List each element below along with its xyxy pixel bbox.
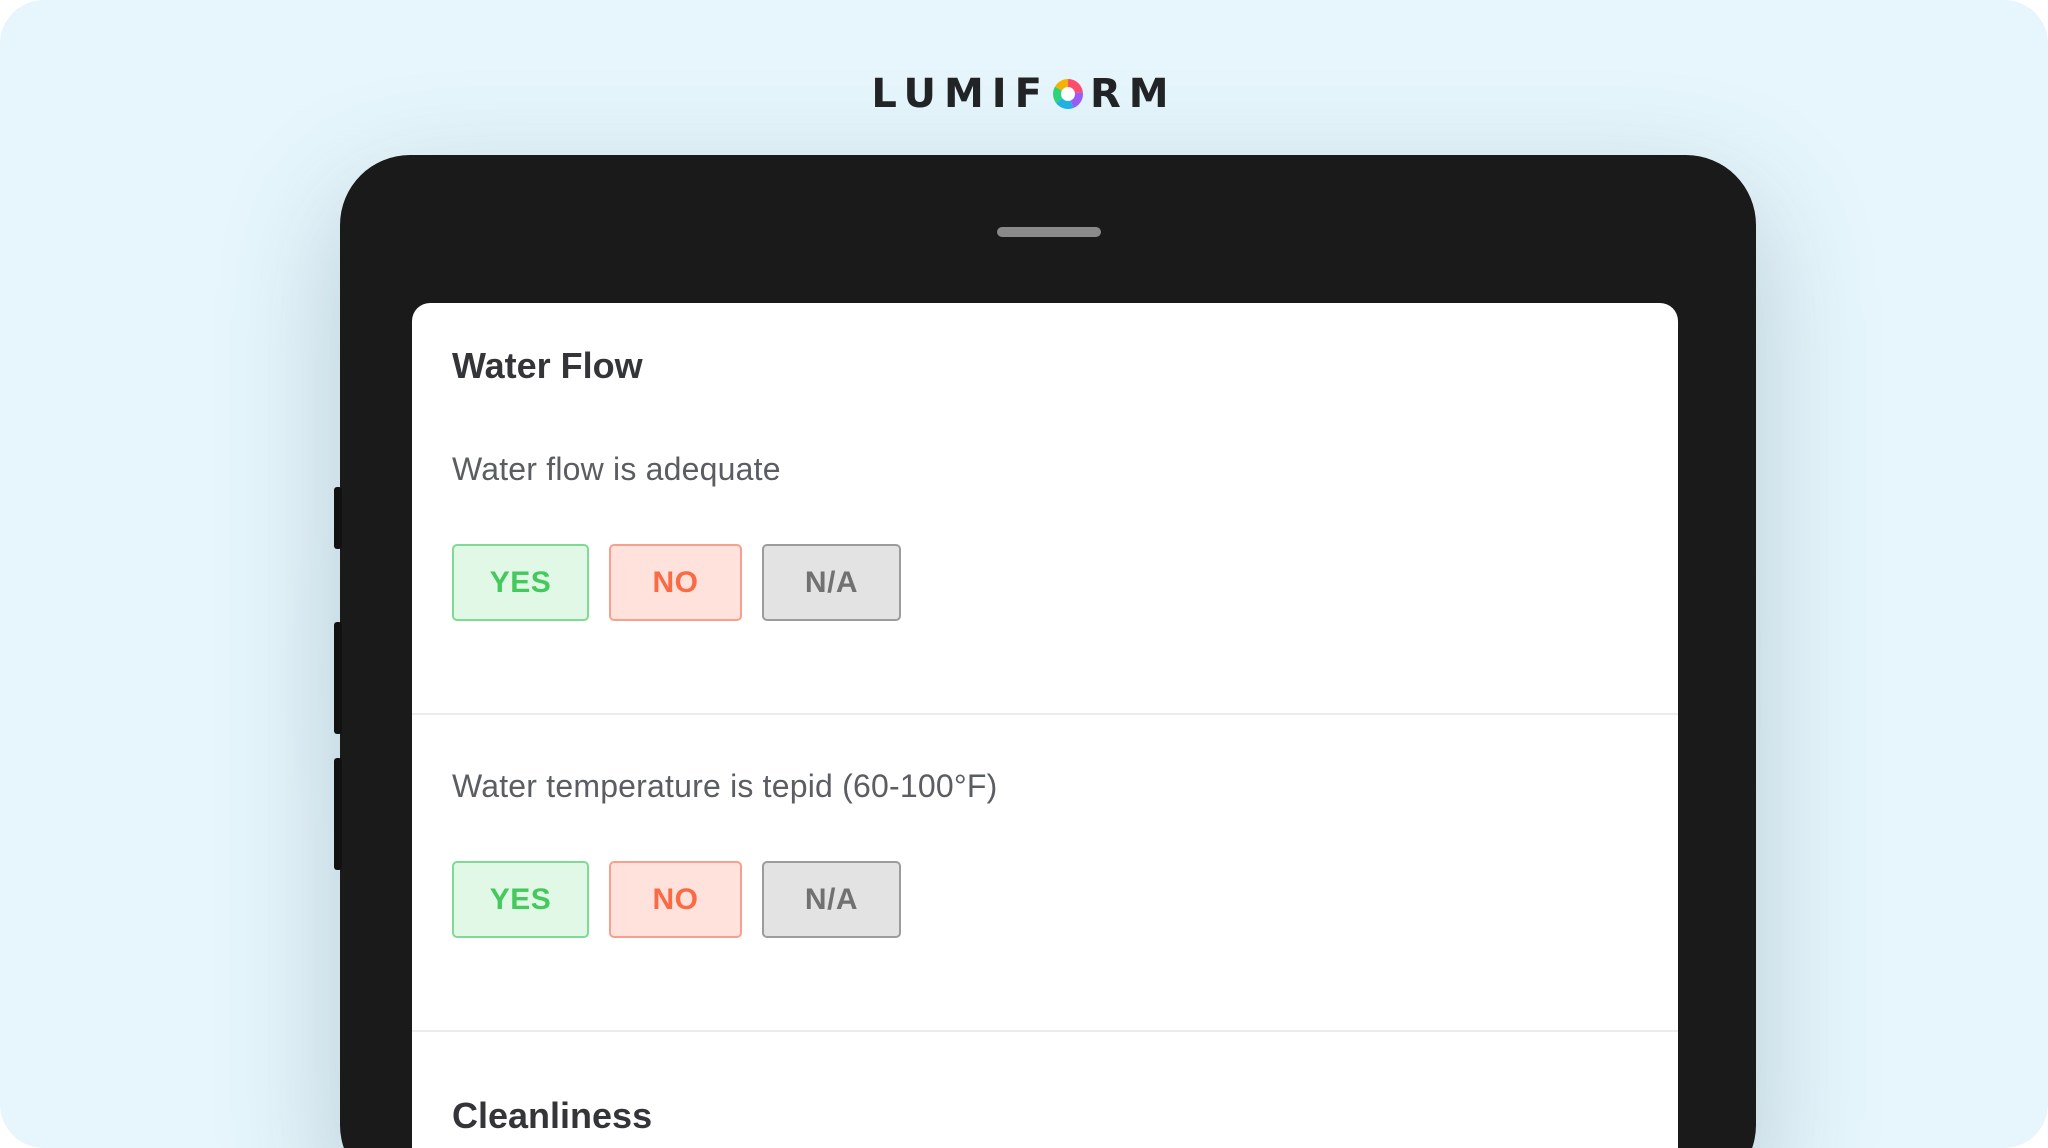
question-water-temperature: Water temperature is tepid (60-100°F) xyxy=(452,768,998,804)
lumiform-logo: LUMIF RM xyxy=(0,66,2048,122)
section-divider xyxy=(412,713,1678,715)
yes-button[interactable]: YES xyxy=(452,861,589,938)
device-notch xyxy=(997,227,1101,237)
logo-text-left: LUMIF xyxy=(871,71,1050,117)
device-side-button-1 xyxy=(334,487,342,549)
answer-group-water-temperature: YES NO N/A xyxy=(452,861,901,938)
section-title-water-flow: Water Flow xyxy=(452,345,643,386)
tablet-device: Water Flow Water flow is adequate YES NO… xyxy=(334,155,1756,1148)
device-side-button-3 xyxy=(334,758,342,870)
no-button[interactable]: NO xyxy=(609,861,742,938)
logo-mark-icon xyxy=(1052,79,1083,109)
logo-text-right: RM xyxy=(1089,71,1177,117)
device-screen: Water Flow Water flow is adequate YES NO… xyxy=(412,303,1678,1148)
answer-group-water-flow: YES NO N/A xyxy=(452,544,901,621)
question-water-flow: Water flow is adequate xyxy=(452,451,781,487)
device-side-button-2 xyxy=(334,622,342,734)
section-title-cleanliness: Cleanliness xyxy=(452,1095,653,1136)
background-canvas: LUMIF RM Water Flow Water flow is adequa… xyxy=(0,0,2048,1148)
yes-button[interactable]: YES xyxy=(452,544,589,621)
no-button[interactable]: NO xyxy=(609,544,742,621)
na-button[interactable]: N/A xyxy=(762,861,901,938)
section-divider xyxy=(412,1030,1678,1032)
na-button[interactable]: N/A xyxy=(762,544,901,621)
